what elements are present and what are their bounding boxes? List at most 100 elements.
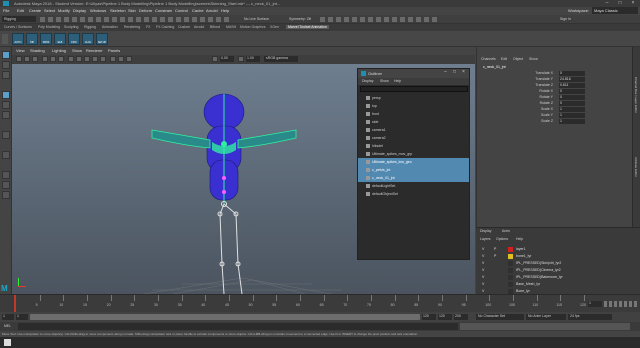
- camera-attr-icon[interactable]: [24, 56, 30, 62]
- playback-controls[interactable]: [604, 301, 638, 307]
- outliner-row[interactable]: camera2: [358, 134, 469, 142]
- current-frame-marker[interactable]: [14, 295, 16, 312]
- layer-color-swatch[interactable]: [508, 247, 513, 252]
- outliner-menu-help[interactable]: Help: [394, 79, 401, 83]
- layer-tab-anim[interactable]: Anim: [502, 229, 510, 233]
- outliner-maximize-button[interactable]: □: [453, 69, 456, 75]
- minimize-button[interactable]: –: [601, 0, 613, 7]
- side-tab-attribute-editor[interactable]: Attribute Editor: [634, 157, 638, 177]
- layer-tab-display[interactable]: Display: [480, 229, 491, 233]
- layer-visibility-toggle[interactable]: V: [482, 274, 484, 281]
- outliner-menu-display[interactable]: Display: [362, 79, 373, 83]
- menu-skin[interactable]: Skin: [128, 8, 136, 13]
- outliner-row[interactable]: persp: [358, 94, 469, 102]
- cb-channel-value[interactable]: 1: [559, 119, 585, 124]
- layer-color-swatch[interactable]: [508, 254, 513, 259]
- layer-playback-toggle[interactable]: P: [494, 253, 496, 260]
- layer-visibility-toggle[interactable]: V: [482, 281, 484, 288]
- shelf-tab-marvel[interactable]: Marvel Toolset Animation: [286, 25, 329, 29]
- side-tab-channel-box[interactable]: Channel Box / Layer Editor: [634, 77, 638, 113]
- texture-icon[interactable]: [84, 56, 90, 62]
- vp-menu-panels[interactable]: Panels: [108, 48, 120, 53]
- outliner-search-input[interactable]: [360, 86, 468, 92]
- layer-visibility-toggle[interactable]: V: [482, 260, 484, 267]
- gamma-value[interactable]: 1.00: [246, 56, 260, 62]
- shelf-tab-fx-caching[interactable]: FX Caching: [156, 25, 174, 29]
- outliner-menu-show[interactable]: Show: [380, 79, 389, 83]
- layer-row[interactable]: V IPL_PRESSED(Bakeroom_lyr: [476, 274, 626, 281]
- shelf-clav-icon[interactable]: CLAV: [82, 33, 94, 45]
- vp-menu-lighting[interactable]: Lighting: [52, 48, 66, 53]
- scale-tool-icon[interactable]: [2, 111, 10, 119]
- cb-tab-edit[interactable]: Edit: [501, 57, 507, 61]
- playback-start-field[interactable]: 1: [16, 314, 28, 320]
- anim-end-field[interactable]: 200: [454, 314, 468, 320]
- layer-menu-layers[interactable]: Layers: [480, 237, 491, 241]
- graph-layout-icon[interactable]: [2, 191, 10, 199]
- menu-control[interactable]: Control: [175, 8, 188, 13]
- lights-icon[interactable]: [92, 56, 98, 62]
- menu-help[interactable]: Help: [221, 8, 229, 13]
- cb-channel-value[interactable]: 0: [559, 95, 585, 100]
- mode-dropdown[interactable]: Rigging: [2, 16, 36, 22]
- outliner-title-bar[interactable]: Outliner – □ ×: [358, 69, 469, 78]
- outliner-row[interactable]: top: [358, 102, 469, 110]
- sign-in-button[interactable]: Sign In: [560, 17, 571, 21]
- shadows-icon[interactable]: [100, 56, 106, 62]
- vp-menu-shading[interactable]: Shading: [30, 48, 45, 53]
- xray-icon[interactable]: [118, 56, 124, 62]
- end-frame-field[interactable]: 120: [438, 314, 452, 320]
- cb-tab-object[interactable]: Object: [513, 57, 523, 61]
- shelf-tab-custom[interactable]: Custom: [178, 25, 190, 29]
- symmetry-label[interactable]: Symmetry: Off: [289, 17, 311, 21]
- cb-channel-value[interactable]: 0: [559, 101, 585, 106]
- move-tool-icon[interactable]: [2, 91, 10, 99]
- layer-color-swatch[interactable]: [508, 275, 513, 280]
- menu-select[interactable]: Select: [44, 8, 55, 13]
- windows-start-icon[interactable]: [4, 339, 11, 346]
- shelf-tab-fx[interactable]: FX: [146, 25, 150, 29]
- menu-windows[interactable]: Windows: [90, 8, 106, 13]
- layer-color-swatch[interactable]: [508, 282, 513, 287]
- outliner-layout-icon[interactable]: [2, 181, 10, 189]
- shelf-tab-poly[interactable]: Poly Modeling: [38, 25, 60, 29]
- exposure-value[interactable]: 0.00: [220, 56, 234, 62]
- time-slider[interactable]: 5 10 15 20 25 30 35 40 45 50 55 60 65 70 75 80 85 90 95 100…: [0, 294, 640, 312]
- command-input[interactable]: [18, 323, 458, 330]
- outliner-row[interactable]: Ultimate_spikes_low_geo: [358, 158, 469, 166]
- shelf-tab-motion-graphics[interactable]: Motion Graphics: [240, 25, 265, 29]
- layer-menu-help[interactable]: Help: [516, 237, 523, 241]
- rotate-tool-icon[interactable]: [2, 101, 10, 109]
- shelf-tab-xgen[interactable]: XGen: [270, 25, 279, 29]
- cb-channel-value[interactable]: 0.611: [559, 83, 585, 88]
- gamma-icon[interactable]: [238, 56, 244, 62]
- side-layout-icon[interactable]: [2, 171, 10, 179]
- outliner-row[interactable]: defaultLightSet: [358, 182, 469, 190]
- exposure-icon[interactable]: [212, 56, 218, 62]
- cb-channel-row[interactable]: Scale Z 1: [483, 119, 593, 125]
- bookmark-icon[interactable]: [32, 56, 38, 62]
- isolate-icon[interactable]: [110, 56, 116, 62]
- grid-icon[interactable]: [42, 56, 48, 62]
- layer-row[interactable]: V Player1: [476, 246, 626, 253]
- menu-skeleton[interactable]: Skeleton: [110, 8, 126, 13]
- shelf-tab-mash[interactable]: MASH: [226, 25, 236, 29]
- layer-visibility-toggle[interactable]: V: [482, 267, 484, 274]
- outliner-row[interactable]: hiksdel: [358, 142, 469, 150]
- menu-deform[interactable]: Deform: [139, 8, 152, 13]
- shelf-tab-curves[interactable]: Curves / Surfaces: [4, 25, 32, 29]
- cb-channel-value[interactable]: 24.816: [559, 77, 585, 82]
- outliner-row[interactable]: camera1: [358, 126, 469, 134]
- camera-icon[interactable]: [16, 56, 22, 62]
- outliner-close-button[interactable]: ×: [462, 69, 465, 75]
- color-space-dropdown[interactable]: sRGB gamma: [264, 56, 298, 62]
- layer-row[interactable]: V Base_Mesh_lyr: [476, 281, 626, 288]
- layer-visibility-toggle[interactable]: V: [482, 253, 484, 260]
- menu-modify[interactable]: Modify: [58, 8, 70, 13]
- select-tool-icon[interactable]: [2, 51, 10, 59]
- shelf-tab-arnold[interactable]: Arnold: [194, 25, 204, 29]
- shelf-auto-icon[interactable]: AUTO: [12, 33, 24, 45]
- menu-constrain[interactable]: Constrain: [155, 8, 172, 13]
- film-gate-icon[interactable]: [50, 56, 56, 62]
- vp-menu-view[interactable]: View: [16, 48, 25, 53]
